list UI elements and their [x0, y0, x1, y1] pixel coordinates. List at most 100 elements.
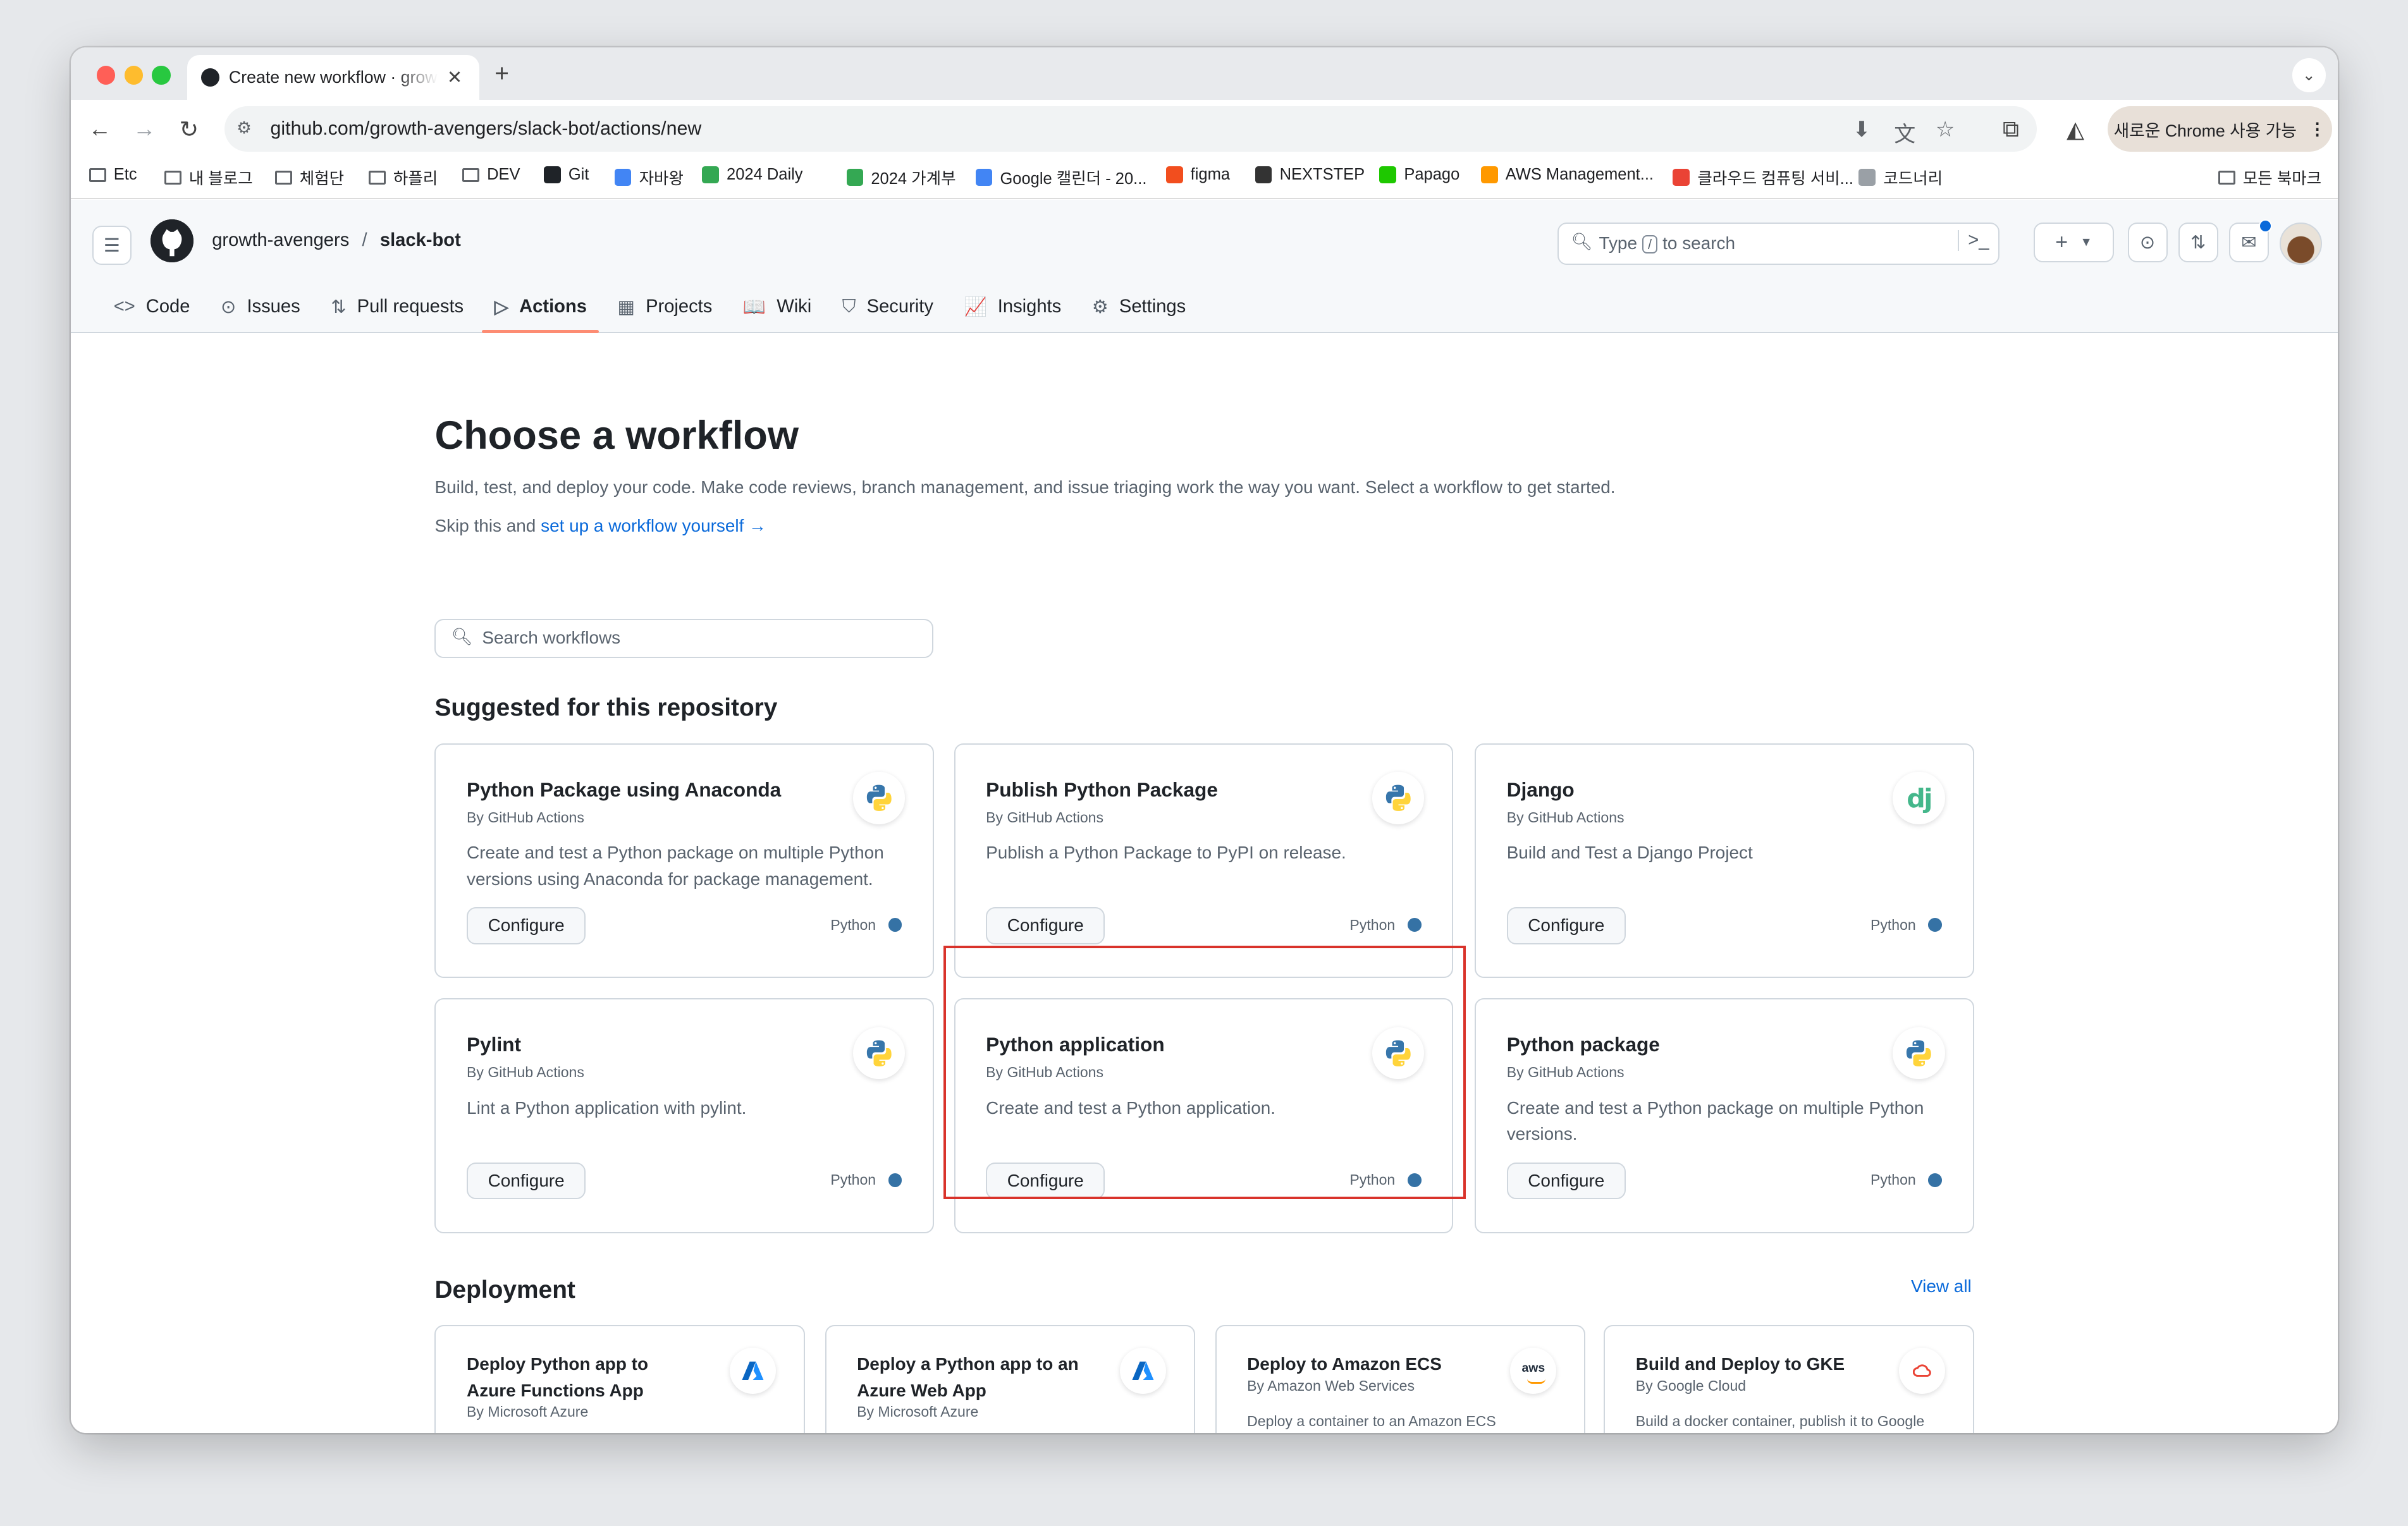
create-new-button[interactable]: + ▼ — [2034, 223, 2114, 263]
bookmark-item[interactable]: Git — [543, 166, 589, 184]
deployment-card-author: By Microsoft Azure — [857, 1403, 979, 1420]
language-color-dot — [1407, 918, 1422, 932]
search-hint-key: / — [1642, 235, 1658, 253]
bookmark-item[interactable]: 클라우드 컴퓨팅 서비... — [1673, 166, 1853, 189]
deployment-card-description: Build a docker container, publish it to … — [1635, 1412, 1925, 1429]
bookmark-item[interactable]: NEXTSTEP — [1255, 166, 1365, 184]
repo-owner-link[interactable]: growth-avengers — [212, 230, 349, 250]
tab-search-chevron-icon[interactable]: ⌄ — [2292, 58, 2326, 92]
language-color-dot — [1928, 1173, 1943, 1187]
all-bookmarks-folder[interactable]: 모든 북마크 — [2218, 166, 2321, 189]
translate-icon[interactable]: 文 — [1894, 117, 1915, 148]
repo-breadcrumb: growth-avengers / slack-bot — [212, 230, 461, 251]
bookmark-item[interactable]: AWS Management... — [1480, 166, 1654, 184]
tab-insights[interactable]: 📈 Insights — [949, 283, 1076, 332]
bookmark-item[interactable]: 코드너리 — [1858, 166, 1943, 189]
bookmark-label: AWS Management... — [1505, 166, 1654, 184]
bookmark-label: 하플리 — [393, 170, 438, 188]
tab-security[interactable]: ⛉ Security — [827, 283, 949, 332]
bookmark-item[interactable]: 체험단 — [274, 166, 345, 189]
tab-label: Pull requests — [357, 296, 464, 317]
language-label: Python — [830, 1171, 902, 1188]
setup-workflow-link[interactable]: set up a workflow yourself → — [541, 516, 766, 535]
workflow-card-author: By GitHub Actions — [1506, 1064, 1625, 1081]
language-label: Python — [1870, 917, 1943, 934]
extensions-puzzle-icon[interactable]: ⧉ — [1994, 112, 2027, 145]
profile-avatar-icon[interactable]: ◭ — [2058, 112, 2092, 145]
projects-icon: ▦ — [617, 297, 636, 318]
bookmark-item[interactable]: Etc — [89, 166, 137, 184]
new-tab-button[interactable]: + — [494, 60, 509, 88]
forward-arrow-icon[interactable]: → — [128, 112, 161, 145]
page-title: Choose a workflow — [434, 413, 799, 458]
deployment-card: Deploy a Python app to an Azure Web App B… — [825, 1325, 1195, 1433]
command-palette-icon[interactable]: >_ — [1957, 229, 1989, 251]
deployment-card-title: Deploy to Amazon ECS — [1247, 1354, 1442, 1374]
reload-icon[interactable]: ↻ — [172, 112, 206, 145]
pull-requests-button[interactable]: ⇅ — [2178, 223, 2218, 263]
bookmark-item[interactable]: Google 캘린더 - 20... — [975, 166, 1146, 189]
bookmark-item[interactable]: 2024 Daily — [702, 166, 803, 184]
bookmark-item[interactable]: 2024 가계부 — [846, 166, 956, 189]
tab-label: Security — [866, 296, 933, 317]
github-favicon-icon — [201, 68, 220, 87]
bookmark-label: 2024 Daily — [727, 166, 803, 184]
favicon-icon — [1673, 169, 1690, 186]
configure-button[interactable]: Configure — [986, 907, 1105, 944]
tab-actions[interactable]: ▷ Actions — [479, 283, 602, 334]
site-settings-icon[interactable]: ⚙ — [236, 118, 252, 138]
view-all-link[interactable]: View all — [1911, 1276, 1972, 1297]
bookmark-item[interactable]: figma — [1165, 166, 1230, 184]
configure-button[interactable]: Configure — [467, 1162, 586, 1199]
configure-button[interactable]: Configure — [1506, 1162, 1626, 1199]
bookmark-label: 내 블로그 — [188, 170, 253, 188]
repo-name-link[interactable]: slack-bot — [380, 230, 461, 250]
workflow-card-author: By GitHub Actions — [467, 1064, 584, 1081]
search-workflows-field[interactable]: 🔍︎ — [434, 618, 934, 659]
tab-projects[interactable]: ▦ Projects — [602, 283, 727, 332]
minimize-window-button[interactable] — [124, 66, 143, 85]
language-color-dot — [1928, 918, 1943, 932]
bookmark-item[interactable]: 자바왕 — [614, 166, 684, 189]
github-logo-icon[interactable] — [150, 219, 194, 263]
language-label: Python — [1349, 917, 1422, 934]
zoom-window-button[interactable] — [152, 66, 171, 85]
tab-wiki[interactable]: 📖 Wiki — [728, 283, 827, 332]
close-window-button[interactable] — [97, 66, 116, 85]
inbox-button[interactable]: ✉ — [2228, 219, 2273, 263]
bookmark-item[interactable]: 하플리 — [369, 166, 438, 189]
tab-label: Projects — [646, 296, 713, 317]
notification-dot — [2259, 219, 2273, 233]
issues-button[interactable]: ⊙ — [2127, 223, 2168, 263]
hamburger-menu-icon[interactable]: ☰ — [92, 226, 132, 266]
tab-code[interactable]: <> Code — [98, 283, 205, 332]
bookmark-item[interactable]: 내 블로그 — [164, 166, 253, 189]
pull-request-icon: ⇅ — [331, 297, 347, 318]
back-arrow-icon[interactable]: ← — [83, 112, 116, 145]
django-icon: dj — [1893, 772, 1945, 825]
skip-prefix: Skip this and — [434, 516, 536, 536]
github-search-input[interactable]: 🔍︎ Type / to search >_ — [1557, 223, 2000, 266]
tab-settings[interactable]: ⚙ Settings — [1077, 283, 1201, 332]
tab-issues[interactable]: ⊙ Issues — [206, 283, 316, 332]
address-bar[interactable]: ⚙ github.com/growth-avengers/slack-bot/a… — [224, 106, 2037, 152]
user-avatar[interactable] — [2280, 223, 2323, 266]
tab-close-icon[interactable]: ✕ — [447, 66, 462, 89]
workflow-card-description: Create and test a Python package on mult… — [467, 843, 884, 889]
bookmark-label: 체험단 — [299, 170, 345, 188]
bookmark-item[interactable]: DEV — [462, 166, 520, 184]
chrome-update-button[interactable]: 새로운 Chrome 사용 가능 ⋮ — [2107, 106, 2332, 152]
configure-button[interactable]: Configure — [467, 907, 586, 944]
bookmark-item[interactable]: Papago — [1379, 166, 1459, 184]
actions-icon: ▷ — [494, 297, 509, 318]
install-app-icon[interactable]: ⬇ — [1853, 117, 1871, 142]
configure-button[interactable]: Configure — [1506, 907, 1626, 944]
browser-toolbar: ← → ↻ ⚙ github.com/growth-avengers/slack… — [70, 99, 2338, 159]
tab-pull-requests[interactable]: ⇅ Pull requests — [316, 283, 479, 332]
favicon-icon — [846, 169, 864, 186]
bookmark-label: 2024 가계부 — [871, 170, 956, 188]
search-workflows-input[interactable] — [479, 626, 916, 650]
browser-tab-active[interactable]: Create new workflow · growth-avengers/sl… — [187, 55, 479, 100]
deployment-card-author: By Google Cloud — [1635, 1377, 1747, 1394]
bookmark-star-icon[interactable]: ☆ — [1936, 117, 1955, 142]
